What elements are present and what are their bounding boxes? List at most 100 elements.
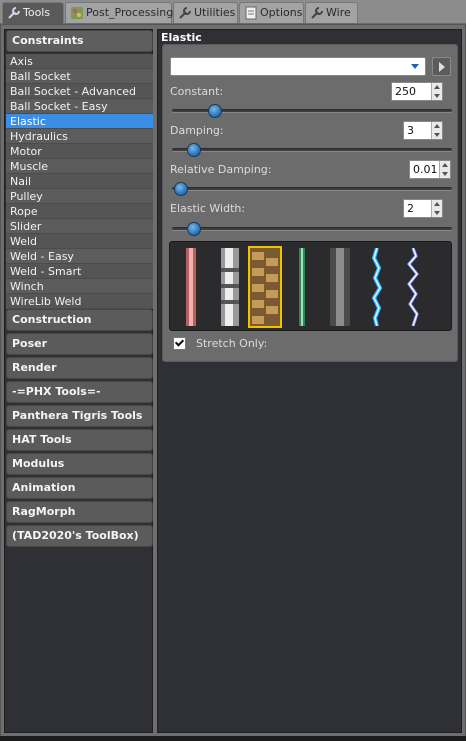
tab-label: Post_Processing [86,6,174,19]
constraints-item-list: Axis Ball Socket Ball Socket - Advanced … [6,54,153,309]
list-item[interactable]: Ball Socket - Easy [6,99,153,114]
material-blue-electric[interactable] [362,248,392,326]
relative-damping-input[interactable]: 0.01 [409,160,451,179]
category-phx-tools[interactable]: -=PHX Tools=- [6,381,153,403]
category-label: Render [12,361,57,374]
material-grey-cable[interactable] [325,248,355,326]
elastic-width-input[interactable]: 2 [403,199,443,218]
arrow-down-icon [434,211,440,215]
damping-spinner[interactable] [431,122,442,139]
category-label: (TAD2020's ToolBox) [12,529,139,542]
document-icon [245,6,257,20]
list-item[interactable]: Slider [6,219,153,234]
list-item[interactable]: Motor [6,144,153,159]
elastic-width-slider[interactable] [172,222,452,236]
material-green-chain[interactable] [287,248,317,326]
list-item[interactable]: Weld - Easy [6,249,153,264]
category-hat-tools[interactable]: HAT Tools [6,429,153,451]
palette-icon [71,7,83,19]
category-modulus[interactable]: Modulus [6,453,153,475]
list-item[interactable]: WireLib Weld [6,294,153,309]
tab-label: Options [260,6,303,19]
category-ragmorph[interactable]: RagMorph [6,501,153,523]
category-label: Construction [12,313,92,326]
wrench-icon [311,7,323,19]
category-label: -=PHX Tools=- [12,385,101,398]
category-panthera-tigris-tools[interactable]: Panthera Tigris Tools [6,405,153,427]
category-label: HAT Tools [12,433,72,446]
category-constraints[interactable]: Constraints [6,30,153,52]
material-rope-braid[interactable] [248,246,282,328]
wrench-icon [179,7,191,19]
tab-label: Utilities [194,6,236,19]
list-item[interactable]: Ball Socket [6,69,153,84]
arrow-up-icon [434,202,440,206]
tab-label: Wire [326,6,351,19]
material-red-laser[interactable] [176,248,206,326]
tab-post-processing[interactable]: Post_Processing [65,2,174,23]
tab-utilities[interactable]: Utilities [173,2,238,23]
damping-value: 3 [407,124,414,137]
list-item[interactable]: Ball Socket - Advanced [6,84,153,99]
constant-value: 250 [395,85,416,98]
elastic-width-spinner[interactable] [431,200,442,217]
damping-slider-handle[interactable] [187,143,202,157]
damping-label: Damping: [170,124,224,137]
chevron-right-icon [439,62,445,72]
tab-tools[interactable]: Tools [2,2,64,24]
tab-options[interactable]: Options [239,2,304,23]
category-label: Constraints [12,34,84,47]
category-label: Panthera Tigris Tools [12,409,143,422]
category-animation[interactable]: Animation [6,477,153,499]
arrow-down-icon [434,133,440,137]
list-item[interactable]: Nail [6,174,153,189]
checkmark-icon [174,337,185,347]
tool-category-list: Constraints Axis Ball Socket Ball Socket… [4,29,153,733]
list-item[interactable]: Winch [6,279,153,294]
preset-dropdown[interactable] [170,57,426,76]
material-chrome-spring[interactable] [215,248,245,326]
list-item-selected[interactable]: Elastic [6,114,153,129]
material-white-electric[interactable] [398,248,428,326]
preset-dropdown-value [171,60,175,73]
stretch-only-checkbox[interactable] [173,337,186,350]
list-item[interactable]: Rope [6,204,153,219]
category-label: RagMorph [12,505,76,518]
list-item[interactable]: Hydraulics [6,129,153,144]
arrow-down-icon [442,172,448,176]
tab-wire[interactable]: Wire [305,2,358,23]
tab-bar: Tools Post_Processing Utilities Options … [0,0,466,24]
damping-slider[interactable] [172,143,452,157]
chevron-down-icon [411,64,419,69]
category-tad2020-toolbox[interactable]: (TAD2020's ToolBox) [6,525,153,547]
bottom-edge [0,736,466,741]
constant-slider[interactable] [172,104,452,118]
tool-settings-panel: Elastic Constant: 250 Damping: 3 Relativ… [157,29,462,733]
constant-input[interactable]: 250 [391,82,443,101]
tab-label: Tools [23,6,51,19]
stretch-only-label: Stretch Only: [196,337,268,350]
constant-spinner[interactable] [431,83,442,100]
list-item[interactable]: Pulley [6,189,153,204]
constant-slider-handle[interactable] [208,104,223,118]
material-picker [169,241,452,331]
preset-menu-button[interactable] [432,57,451,76]
category-construction[interactable]: Construction [6,309,153,331]
category-render[interactable]: Render [6,357,153,379]
damping-input[interactable]: 3 [403,121,443,140]
arrow-up-icon [434,85,440,89]
elastic-settings: Constant: 250 Damping: 3 Relative Dampin… [162,44,458,362]
relative-damping-slider-handle[interactable] [174,182,188,196]
elastic-width-slider-handle[interactable] [187,222,202,236]
list-item[interactable]: Weld [6,234,153,249]
arrow-down-icon [434,94,440,98]
arrow-up-icon [442,163,448,167]
list-item[interactable]: Axis [6,54,153,69]
relative-damping-spinner[interactable] [439,161,450,178]
relative-damping-slider[interactable] [172,182,452,196]
arrow-up-icon [434,124,440,128]
list-item[interactable]: Muscle [6,159,153,174]
category-poser[interactable]: Poser [6,333,153,355]
list-item[interactable]: Weld - Smart [6,264,153,279]
elastic-width-label: Elastic Width: [170,202,246,215]
